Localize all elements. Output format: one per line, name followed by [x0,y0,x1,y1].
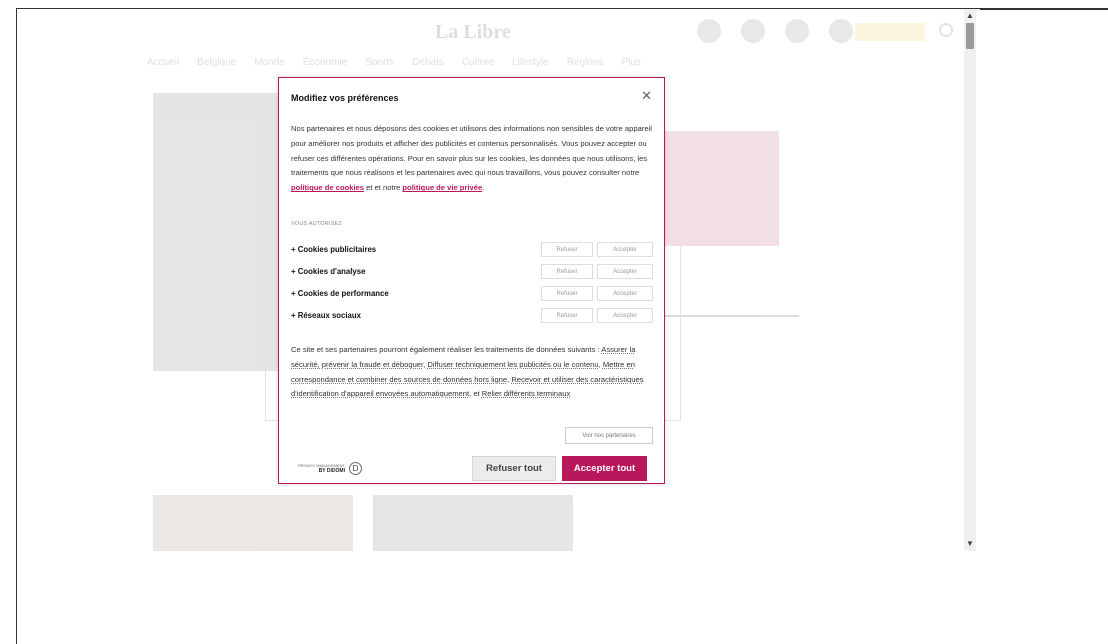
page-viewport: La Libre Accueil Belgique Monde Économie Spo… [17,9,964,551]
site-logo: La Libre [435,21,511,43]
site-nav: Accueil Belgique Monde Économie Sports Débats… [147,57,641,68]
purpose-item[interactable]: Relier différents terminaux [482,389,571,398]
category-row-advertising: + Cookies publicitaires Refuser Accepter [291,242,653,258]
close-icon[interactable]: ✕ [641,89,652,103]
category-label[interactable]: + Cookies de performance [291,289,389,298]
nav-item: Belgique [197,57,237,68]
accept-all-button[interactable]: Accepter tout [562,456,647,481]
category-row-social: + Réseaux sociaux Refuser Accepter [291,308,653,324]
accept-button[interactable]: Accepter [597,242,653,257]
refuse-button[interactable]: Refuser [541,308,593,323]
nav-item: Accueil [147,57,180,68]
scroll-thumb[interactable] [966,23,974,49]
search-icon [939,23,953,37]
category-label[interactable]: + Réseaux sociaux [291,311,361,320]
category-row-analytics: + Cookies d'analyse Refuser Accepter [291,264,653,280]
scroll-up-icon[interactable]: ▲ [964,11,976,21]
refuse-button[interactable]: Refuser [541,264,593,279]
nav-item: Monde [254,57,285,68]
header-icons [697,19,853,43]
refuse-button[interactable]: Refuser [541,242,593,257]
nav-item: Plus [621,57,641,68]
didomi-branding: PRIVACY MANAGEMENT BY DIDOMI D [298,462,362,475]
didomi-logo-icon: D [348,462,362,475]
cookie-preferences-modal: Modifiez vos préférences ✕ Nos partenair… [278,77,665,484]
nav-item: Regions [566,57,604,68]
purpose-item[interactable]: Diffuser techniquement les publicités ou… [427,360,598,369]
vertical-scrollbar[interactable]: ▲ ▼ [964,9,976,551]
didomi-line2: BY DIDOMI [318,468,345,474]
divider [649,315,799,317]
consent-description: Nos partenaires et nous déposons des coo… [291,122,653,196]
notification-icon [741,19,765,43]
category-label[interactable]: + Cookies publicitaires [291,245,376,254]
browser-frame: La Libre Accueil Belgique Monde Économie Spo… [16,8,1108,644]
nav-item: Débats [412,57,444,68]
scroll-down-icon[interactable]: ▼ [964,539,976,549]
cookie-policy-link[interactable]: politique de cookies [291,183,364,192]
category-row-performance: + Cookies de performance Refuser Accepte… [291,286,653,302]
divider [980,9,1108,10]
accept-button[interactable]: Accepter [597,286,653,301]
purposes-text: Ce site et ses partenaires pourront égal… [291,345,644,399]
newspaper-icon [785,19,809,43]
category-label[interactable]: + Cookies d'analyse [291,267,365,276]
accept-button[interactable]: Accepter [597,308,653,323]
intro-text: et et notre [364,183,403,193]
intro-text: Nos partenaires et nous déposons des coo… [291,124,652,178]
refuse-button[interactable]: Refuser [541,286,593,301]
nav-item: Culture [461,57,495,68]
side-image [649,131,779,246]
weather-icon [697,19,721,43]
section-label: VOUS AUTORISEZ [291,221,342,227]
thumbnail-image [373,495,573,551]
nav-item: Lifestyle [512,57,549,68]
purposes-intro: Ce site et ses partenaires pourront égal… [291,345,602,354]
refuse-all-button[interactable]: Refuser tout [472,456,556,481]
thumbnail-image [153,495,353,551]
nav-item: Sports [365,57,395,68]
user-icon [829,19,853,43]
accept-button[interactable]: Accepter [597,264,653,279]
modal-title: Modifiez vos préférences [291,93,399,103]
intro-text: . [482,183,485,193]
view-partners-button[interactable]: Voir nos partenaires [565,427,653,444]
subscribe-badge [855,23,925,41]
privacy-policy-link[interactable]: politique de vie privée [402,183,482,192]
nav-item: Économie [302,57,348,68]
